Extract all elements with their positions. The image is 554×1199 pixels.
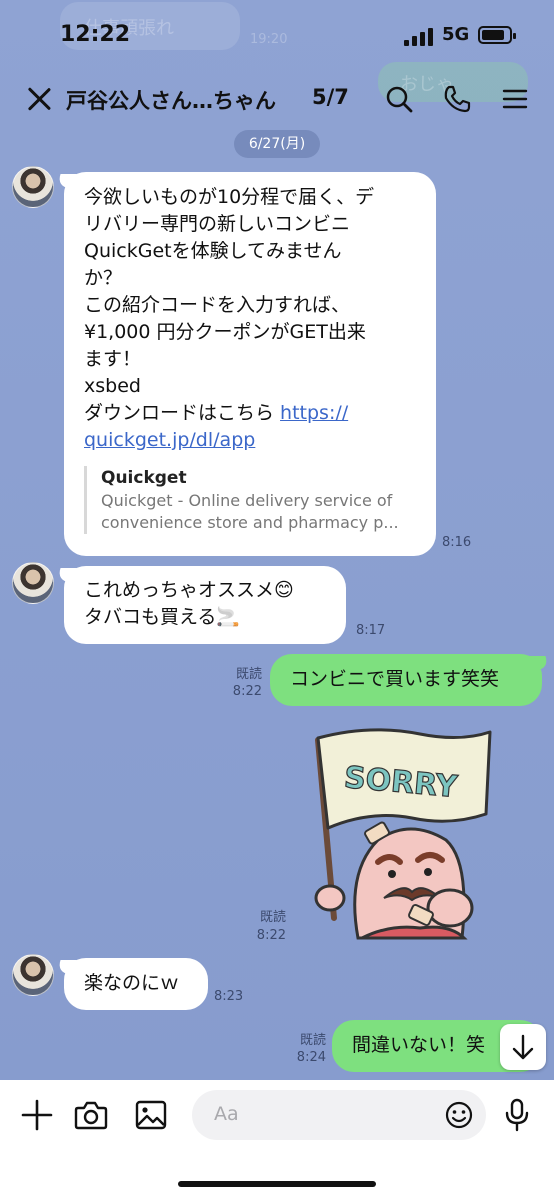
battery-icon [478,26,516,44]
microphone-icon[interactable] [502,1098,532,1132]
image-icon[interactable] [134,1098,168,1132]
status-time: 12:22 [60,22,131,47]
message-line-with-link: ダウンロードはこちら https:// [84,400,416,427]
read-receipt: 既読 [259,910,286,925]
chat-member-count: 5/7 [312,85,349,109]
message-input[interactable]: Aa [192,1090,486,1140]
message-link-continued[interactable]: quickget.jp/dl/app [84,427,416,454]
status-bar: 12:22 5G [0,0,554,70]
link-preview-description: Quickget - Online delivery service of [101,491,393,510]
message-text: 楽なのにｗ [84,972,180,994]
message-bubble-incoming[interactable]: 楽なのにｗ [64,958,208,1010]
message-line: この紹介コードを入力すれば、 [84,294,351,316]
search-icon[interactable] [384,84,414,114]
scroll-to-bottom-button[interactable] [500,1024,546,1070]
message-time: 8:22 [232,684,262,699]
signal-icon [404,28,434,46]
read-receipt: 既読 [235,667,262,682]
arrow-down-icon [512,1034,534,1060]
message-bubble-incoming[interactable]: これめっちゃオススメ😊 タバコも買える🚬 [64,566,346,644]
message-time: 8:23 [214,989,244,1004]
message-input-placeholder: Aa [214,1103,239,1125]
link-preview-description: convenience store and pharmacy p... [101,513,399,532]
sticker-image[interactable]: SORRY [300,722,500,940]
plus-icon[interactable] [20,1098,54,1132]
avatar[interactable] [12,562,54,604]
message-line: ます！ [84,348,142,370]
message-text: 間違いない！笑 [352,1034,486,1056]
message-line: か？ [84,267,123,289]
chat-title: 戸谷公人さん…ちゃん [66,89,276,113]
network-label: 5G [442,24,470,45]
message-time: 8:22 [256,928,286,943]
home-indicator [178,1181,376,1187]
message-text: 今欲しいものが10分程で届く、デ リバリー専門の新しいコンビニ QuickGet… [84,184,416,454]
message-bubble-outgoing[interactable]: コンビニで買います笑笑 [270,654,542,706]
date-separator: 6/27(月) [234,130,320,158]
read-receipt: 既読 [299,1033,326,1048]
message-link[interactable]: https:// [280,402,348,424]
chat-header: 戸谷公人さん…ちゃん 5/7 [0,72,554,126]
message-line: タバコも買える🚬 [84,606,241,628]
link-preview[interactable]: Quickget Quickget - Online delivery serv… [84,466,416,534]
message-text: コンビニで買います笑笑 [290,668,500,690]
emoji-icon[interactable] [444,1100,474,1130]
message-line: これめっちゃオススメ😊 [84,579,294,601]
message-time: 8:16 [442,535,472,550]
message-line: ダウンロードはこちら [84,402,281,424]
phone-icon[interactable] [442,84,472,114]
menu-icon[interactable] [500,84,530,114]
message-time: 8:17 [356,623,386,638]
message-line: xsbed [84,375,141,397]
message-line: ¥1,000 円分クーポンがGET出来 [84,321,366,343]
avatar[interactable] [12,954,54,996]
message-time: 8:24 [296,1050,326,1065]
close-icon[interactable] [26,86,52,112]
link-preview-title: Quickget [101,468,187,488]
message-line: 今欲しいものが10分程で届く、デ [84,186,375,208]
camera-icon[interactable] [74,1098,108,1132]
message-line: QuickGetを体験してみません [84,240,342,262]
avatar[interactable] [12,166,54,208]
message-bubble-incoming[interactable]: 今欲しいものが10分程で届く、デ リバリー専門の新しいコンビニ QuickGet… [64,172,436,556]
message-line: リバリー専門の新しいコンビニ [84,213,351,235]
